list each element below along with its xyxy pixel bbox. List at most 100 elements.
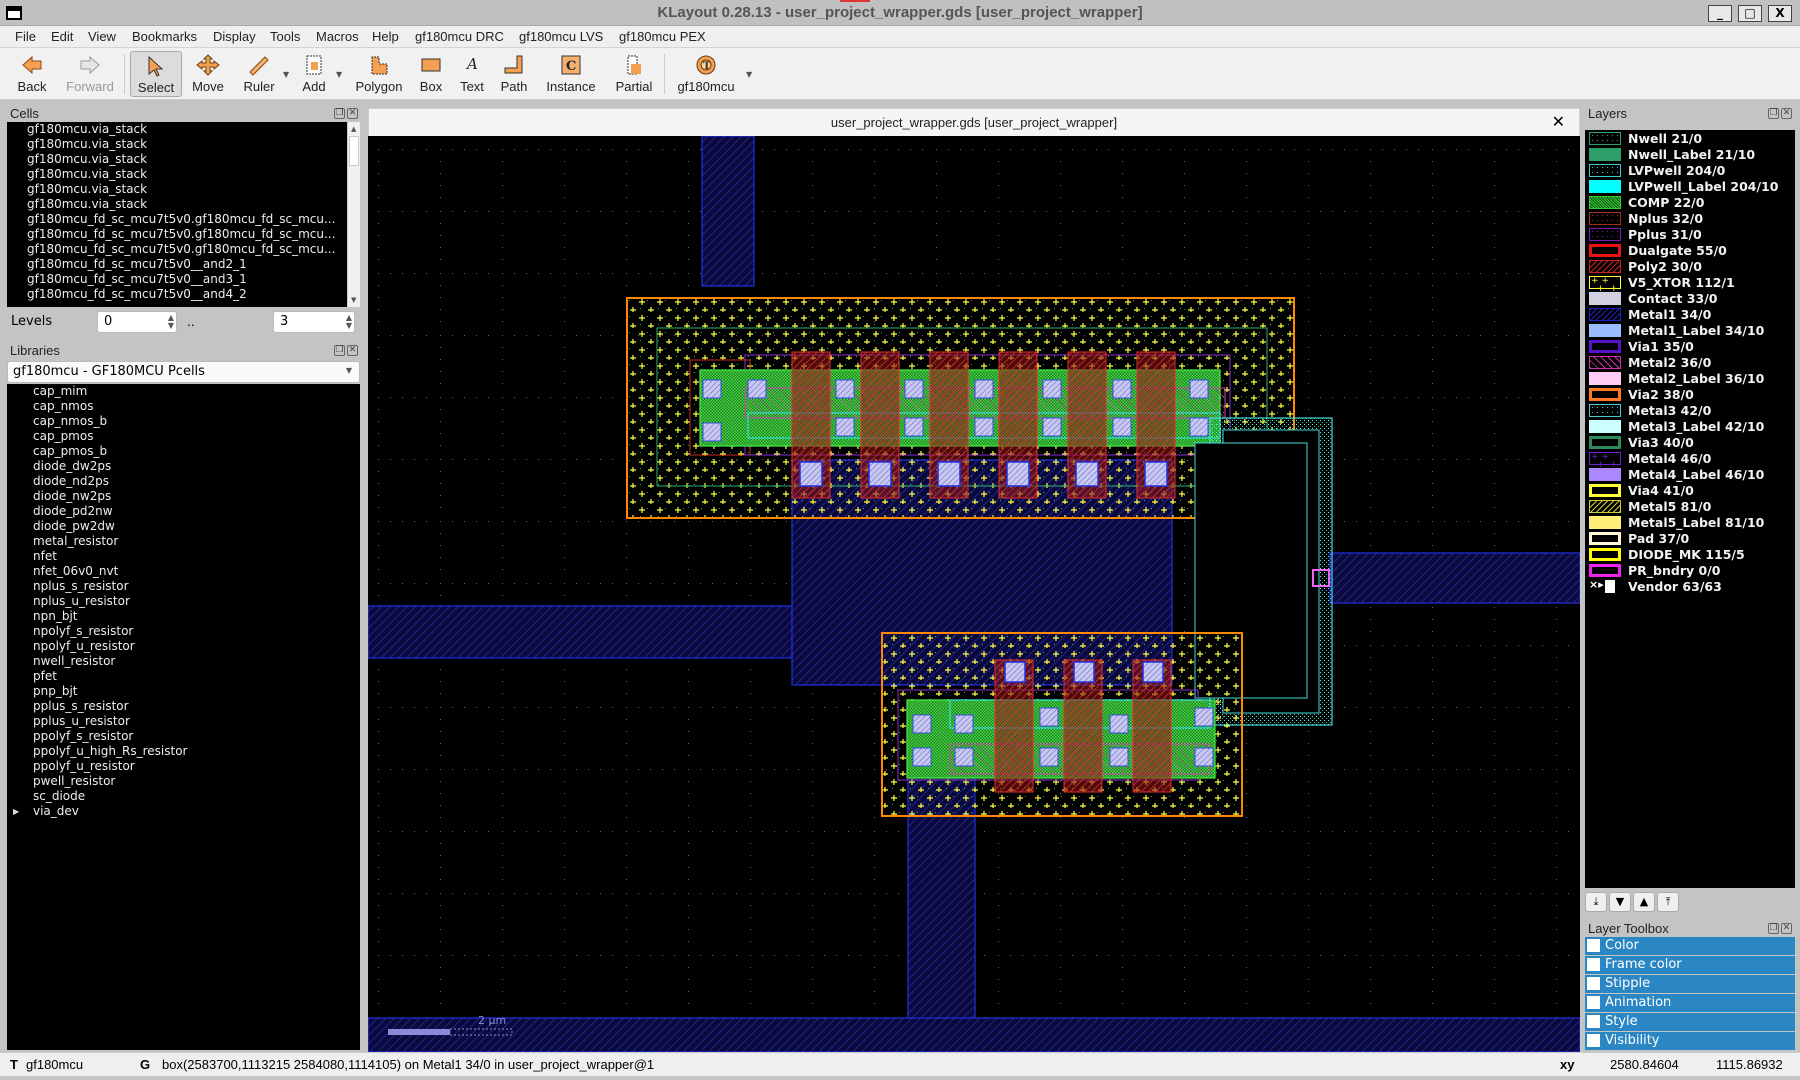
layer-item[interactable]: ×▸ Vendor 63/63 [1585,578,1795,594]
menu-file[interactable]: File [15,29,36,44]
menu-pex[interactable]: gf180mcu PEX [619,29,706,44]
library-cell-item[interactable]: pwell_resistor [7,774,360,789]
library-cell-item[interactable]: diode_pd2nw [7,504,360,519]
box-button[interactable]: Box [414,51,448,97]
close-button[interactable]: X [1768,5,1792,22]
library-cell-item[interactable]: npn_bjt [7,609,360,624]
close-tab-icon[interactable]: ✕ [1552,112,1565,131]
layer-list[interactable]: Nwell 21/0 Nwell_Label 21/10 LVPwell 204/0… [1585,130,1795,888]
expand-checkbox[interactable] [1587,1015,1600,1028]
library-cell-tree[interactable]: cap_mim cap_nmos cap_nmos_b cap_pmos cap_pmo… [7,384,360,1050]
float-icon[interactable]: ❐ [1768,108,1779,119]
library-cell-item[interactable]: diode_nw2ps [7,489,360,504]
contact[interactable] [974,379,994,399]
cell-item[interactable]: gf180mcu_fd_sc_mcu7t5v0__and4_2 [7,287,360,302]
contact[interactable] [1142,661,1164,683]
metal1-wire[interactable] [1329,552,1580,604]
contact[interactable] [1042,417,1062,437]
cell-item[interactable]: gf180mcu_fd_sc_mcu7t5v0__and2_1 [7,257,360,272]
cell-item[interactable]: gf180mcu.via_stack [7,137,360,152]
toolbox-frame-color[interactable]: Frame color [1585,956,1795,974]
library-select[interactable]: gf180mcu - GF180MCU Pcells ▼ [7,361,360,383]
contact[interactable] [1004,661,1026,683]
library-cell-item[interactable]: npolyf_u_resistor [7,639,360,654]
library-cell-item[interactable]: cap_pmos [7,429,360,444]
expand-checkbox[interactable] [1587,939,1600,952]
layer-item[interactable]: Metal5_Label 81/10 [1585,514,1795,530]
contact[interactable] [835,379,855,399]
float-icon[interactable]: ❐ [1768,923,1779,934]
move-layer-bottom-icon[interactable]: ⤓ [1585,892,1607,912]
level-to-spinbox[interactable]: 3 ▲ ▼ [273,311,355,333]
library-cell-item[interactable]: npolyf_s_resistor [7,624,360,639]
library-cell-item[interactable]: nfet [7,549,360,564]
text-button[interactable]: A Text [456,51,488,97]
close-panel-icon[interactable]: ✕ [1781,108,1792,119]
layer-item[interactable]: Metal2_Label 36/10 [1585,370,1795,386]
cell-item[interactable]: gf180mcu_fd_sc_mcu7t5v0__and3_1 [7,272,360,287]
layer-item[interactable]: Via2 38/0 [1585,386,1795,402]
layer-item[interactable]: Contact 33/0 [1585,290,1795,306]
level-from-spinbox[interactable]: 0 ▲ ▼ [97,311,177,333]
library-cell-item[interactable]: diode_nd2ps [7,474,360,489]
contact[interactable] [702,422,722,442]
library-cell-item[interactable]: pnp_bjt [7,684,360,699]
polygon-button[interactable]: Polygon [354,51,404,97]
cell-item[interactable]: gf180mcu.via_stack [7,197,360,212]
layout-tab[interactable]: user_project_wrapper.gds [user_project_w… [368,108,1580,136]
layer-item[interactable]: LVPwell_Label 204/10 [1585,178,1795,194]
menu-lvs[interactable]: gf180mcu LVS [519,29,603,44]
contact[interactable] [1194,707,1214,727]
spin-arrows-icon[interactable]: ▲ ▼ [346,314,352,330]
menu-drc[interactable]: gf180mcu DRC [415,29,504,44]
expand-checkbox[interactable] [1587,1034,1600,1047]
cell-tree[interactable]: gf180mcu.via_stack gf180mcu.via_stack gf… [7,122,360,307]
contact[interactable] [868,461,892,487]
menu-view[interactable]: View [88,29,116,44]
layer-item[interactable]: Via4 41/0 [1585,482,1795,498]
back-button[interactable]: Back [12,51,52,97]
contact[interactable] [1194,747,1214,767]
menu-edit[interactable]: Edit [51,29,73,44]
menu-bookmarks[interactable]: Bookmarks [132,29,197,44]
partial-button[interactable]: Partial [610,51,658,97]
toolbox-visibility[interactable]: Visibility [1585,1032,1795,1050]
layer-item[interactable]: Metal1 34/0 [1585,306,1795,322]
library-cell-item[interactable]: cap_nmos [7,399,360,414]
contact[interactable] [799,461,823,487]
add-dropdown[interactable]: ▼ [336,70,342,79]
ruler-button[interactable]: Ruler [238,51,280,97]
layer-item[interactable]: Nwell 21/0 [1585,130,1795,146]
contact[interactable] [1042,379,1062,399]
cell-item[interactable]: gf180mcu.via_stack [7,167,360,182]
float-icon[interactable]: ❐ [334,108,345,119]
toolbox-stipple[interactable]: Stipple [1585,975,1795,993]
close-panel-icon[interactable]: ✕ [347,108,358,119]
contact[interactable] [912,714,932,734]
cells-scrollbar[interactable]: ▲ ▼ [347,122,360,307]
layer-item[interactable]: DIODE_MK 115/5 [1585,546,1795,562]
layer-item[interactable]: Via3 40/0 [1585,434,1795,450]
contact[interactable] [954,747,974,767]
move-layer-down-icon[interactable]: ▼ [1609,892,1631,912]
layer-item[interactable]: Metal3_Label 42/10 [1585,418,1795,434]
cell-item[interactable]: gf180mcu_fd_sc_mcu7t5v0.gf180mcu_fd_sc_m… [7,242,360,257]
cell-item[interactable]: gf180mcu.via_stack [7,182,360,197]
layer-item[interactable]: Pad 37/0 [1585,530,1795,546]
contact[interactable] [1112,417,1132,437]
menu-help[interactable]: Help [372,29,399,44]
layer-item[interactable]: Metal5 81/0 [1585,498,1795,514]
layer-item[interactable]: Metal1_Label 34/10 [1585,322,1795,338]
select-button[interactable]: Select [130,51,182,97]
contact[interactable] [1144,461,1168,487]
cell-item[interactable]: gf180mcu_fd_sc_mcu7t5v0.gf180mcu_fd_sc_m… [7,227,360,242]
spin-arrows-icon[interactable]: ▲ ▼ [168,314,174,330]
layer-item[interactable]: Pplus 31/0 [1585,226,1795,242]
library-cell-item[interactable]: sc_diode [7,789,360,804]
menu-display[interactable]: Display [213,29,256,44]
contact[interactable] [954,714,974,734]
library-cell-item[interactable]: ppolyf_s_resistor [7,729,360,744]
layer-item[interactable]: Nplus 32/0 [1585,210,1795,226]
cell-item[interactable]: gf180mcu.via_stack [7,122,360,137]
cell-item[interactable]: gf180mcu.via_stack [7,152,360,167]
